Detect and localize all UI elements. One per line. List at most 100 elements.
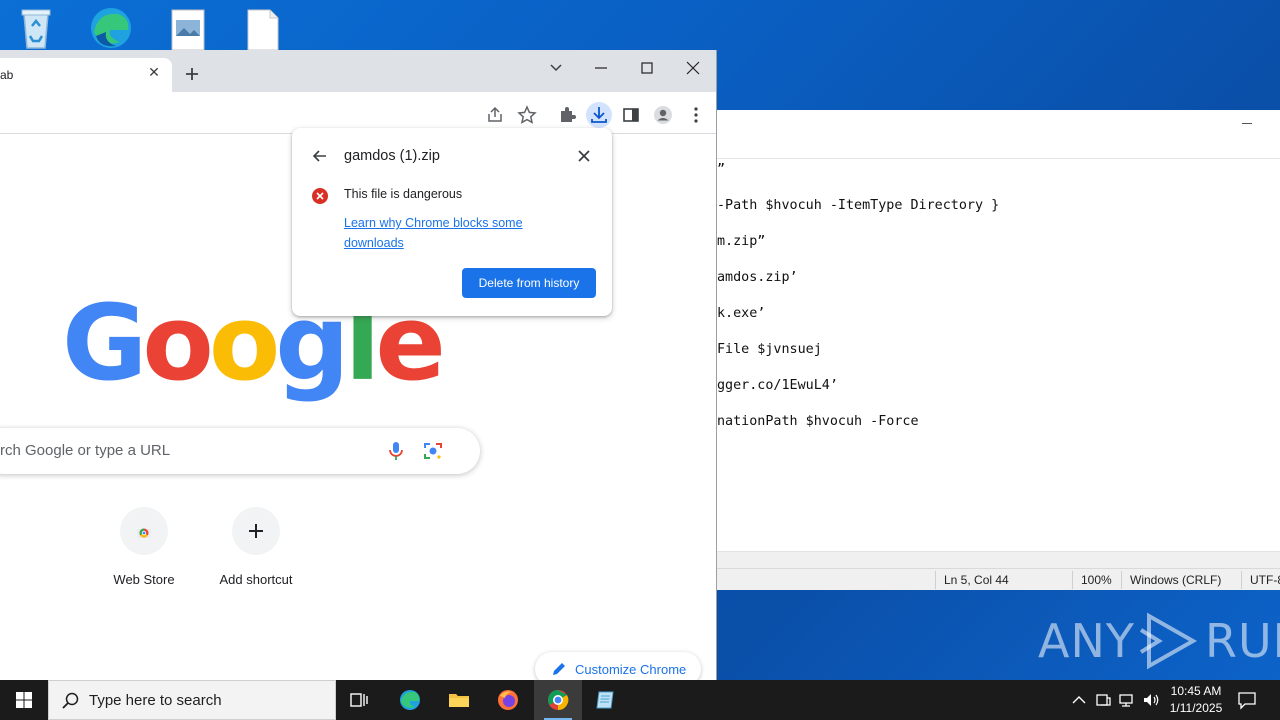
start-button[interactable] <box>0 680 48 720</box>
device-icon <box>1096 694 1111 706</box>
chevron-up-icon <box>1072 696 1086 704</box>
shortcut-label: Web Store <box>113 572 175 587</box>
avatar-icon <box>654 106 672 124</box>
search-placeholder: rch Google or type a URL <box>0 442 171 459</box>
recycle-bin-icon[interactable] <box>12 4 60 50</box>
tab-new-tab[interactable]: ab ✕ <box>0 58 172 92</box>
notepad-icon <box>596 691 614 709</box>
anyrun-watermark: ANY RUN <box>1038 606 1280 676</box>
notepad-menu-bar <box>717 140 1280 159</box>
edge-icon <box>400 690 420 710</box>
status-divider <box>1241 571 1242 589</box>
status-divider <box>1121 571 1122 589</box>
task-view-button[interactable] <box>336 680 384 720</box>
notepad-status-bar: Ln 5, Col 44 100% Windows (CRLF) UTF-8 <box>717 568 1280 590</box>
encoding: UTF-8 <box>1250 573 1280 587</box>
share-icon <box>488 106 502 122</box>
extensions-button[interactable] <box>554 102 580 128</box>
shortcut-add[interactable]: Add shortcut <box>200 507 312 599</box>
task-view-icon <box>350 693 368 707</box>
speaker-icon <box>1144 694 1159 706</box>
pencil-icon <box>553 663 565 675</box>
firefox-icon <box>498 690 518 710</box>
notepad-titlebar <box>717 110 1280 140</box>
text-line: -Path $hvocuh -ItemType Directory } <box>717 198 1000 213</box>
voice-search-button[interactable] <box>384 439 408 463</box>
logo-letter: o <box>208 282 280 404</box>
network-button[interactable] <box>1117 690 1137 710</box>
delete-from-history-button[interactable]: Delete from history <box>462 268 596 298</box>
status-divider <box>935 571 936 589</box>
horizontal-scrollbar[interactable] <box>717 551 1280 568</box>
menu-button[interactable] <box>683 102 709 128</box>
plus-icon <box>186 68 198 80</box>
tab-search-button[interactable] <box>541 54 571 82</box>
tray-device-button[interactable] <box>1093 690 1113 710</box>
taskbar-clock[interactable]: 10:45 AM 1/11/2025 <box>1160 683 1232 717</box>
close-icon <box>578 150 590 162</box>
text-line: ” <box>717 162 726 177</box>
zoom-level: 100% <box>1081 573 1112 587</box>
show-hidden-icons-button[interactable] <box>1069 690 1089 710</box>
windows-logo-icon <box>16 692 32 708</box>
shortcut-web-store[interactable]: Web Store <box>88 507 200 599</box>
logo-letter: o <box>142 282 213 404</box>
tab-strip: ab ✕ <box>0 50 716 92</box>
text-file-icon[interactable] <box>238 4 286 51</box>
network-icon <box>1119 694 1133 707</box>
taskbar-file-explorer[interactable] <box>435 680 483 720</box>
close-icon <box>686 61 700 75</box>
share-button[interactable] <box>482 102 508 128</box>
tab-title: ab <box>0 68 14 82</box>
side-panel-button[interactable] <box>618 102 644 128</box>
text-line: File $jvnsuej <box>717 342 822 357</box>
side-panel-icon <box>623 108 639 122</box>
folder-icon <box>449 694 469 707</box>
taskbar-edge[interactable] <box>386 680 434 720</box>
taskbar-search-box[interactable]: Type here to search <box>48 680 336 720</box>
text-line: nationPath $hvocuh -Force <box>717 414 919 429</box>
taskbar-firefox[interactable] <box>484 680 532 720</box>
play-icon <box>1139 612 1198 670</box>
bubble-close-button[interactable] <box>574 146 594 166</box>
learn-more-link[interactable]: Learn why Chrome blocks some downloads <box>344 213 554 253</box>
chevron-down-icon <box>550 64 562 72</box>
text-line: amdos.zip’ <box>717 270 798 285</box>
line-endings: Windows (CRLF) <box>1130 573 1222 587</box>
star-icon <box>517 105 537 124</box>
minimize-button[interactable] <box>586 54 616 82</box>
taskbar-chrome[interactable] <box>534 680 582 720</box>
edge-desktop-icon[interactable] <box>86 4 134 50</box>
notification-center-button[interactable] <box>1236 689 1258 711</box>
profile-button[interactable] <box>650 102 676 128</box>
taskbar-notepad[interactable] <box>582 680 630 720</box>
shortcut-label: Add shortcut <box>219 572 293 587</box>
watermark-right: RUN <box>1204 614 1280 668</box>
text-line: m.zip” <box>717 234 766 249</box>
camera-search-icon <box>424 443 442 459</box>
lens-search-button[interactable] <box>421 439 445 463</box>
arrow-back-icon <box>312 150 326 162</box>
close-button[interactable] <box>678 54 708 82</box>
search-box[interactable]: rch Google or type a URL <box>0 428 480 474</box>
volume-button[interactable] <box>1141 690 1161 710</box>
notepad-minimize-button[interactable] <box>1242 114 1256 128</box>
microphone-icon <box>389 442 403 460</box>
back-button[interactable] <box>310 146 330 166</box>
image-file-icon[interactable] <box>164 4 212 51</box>
danger-icon <box>312 188 328 204</box>
taskbar-search-placeholder: Type here to search <box>89 692 222 709</box>
download-file-name: gamdos (1).zip <box>344 148 440 164</box>
maximize-button[interactable] <box>632 54 662 82</box>
customize-label: Customize Chrome <box>575 662 687 677</box>
download-bubble: gamdos (1).zip This file is dangerous Le… <box>292 128 612 316</box>
tab-close-icon[interactable]: ✕ <box>146 64 162 80</box>
bookmark-button[interactable] <box>514 102 540 128</box>
puzzle-icon <box>561 107 576 122</box>
chrome-icon <box>548 690 569 711</box>
new-tab-button[interactable] <box>182 64 202 84</box>
plus-icon <box>249 524 263 538</box>
text-line: k.exe’ <box>717 306 766 321</box>
downloads-button[interactable] <box>586 102 612 128</box>
logo-letter: G <box>62 282 147 404</box>
